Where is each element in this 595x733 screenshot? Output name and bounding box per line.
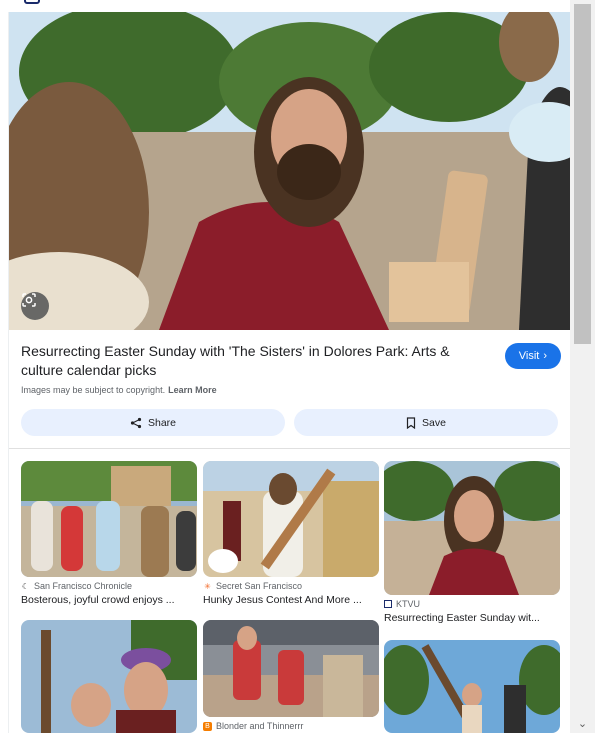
related-thumbnail-art (203, 461, 379, 577)
related-thumbnail-art (384, 461, 560, 595)
related-source: KTVU (384, 599, 560, 609)
related-caption[interactable]: Resurrecting Easter Sunday wit... (384, 612, 560, 624)
preview-image-art (9, 12, 571, 330)
related-source-name: San Francisco Chronicle (34, 581, 133, 591)
asterisk-icon: ✳ (204, 581, 211, 591)
preview-image[interactable] (9, 12, 571, 330)
bookmark-icon (406, 416, 416, 429)
result-title[interactable]: Resurrecting Easter Sunday with 'The Sis… (21, 342, 491, 380)
app-icon (24, 0, 40, 4)
share-icon (130, 417, 142, 428)
related-thumbnail-art (384, 640, 560, 733)
section-divider (9, 448, 571, 449)
related-thumbnail[interactable] (21, 461, 197, 577)
top-strip (0, 0, 570, 12)
related-source-name: Blonder and Thinnerrr (216, 721, 304, 731)
blogger-icon: B (203, 721, 212, 731)
related-source: ☾ San Francisco Chronicle (21, 581, 197, 591)
save-button[interactable]: Save (294, 409, 558, 436)
related-thumbnail-art (21, 461, 197, 577)
related-card[interactable]: ✳ Secret San Francisco Hunky Jesus Conte… (203, 461, 379, 606)
scrollbar-thumb[interactable] (574, 4, 591, 344)
related-thumbnail-art (203, 620, 379, 717)
save-label: Save (422, 416, 446, 429)
related-caption[interactable]: Bosterous, joyful crowd enjoys ... (21, 594, 197, 606)
related-card[interactable]: KTVU Resurrecting Easter Sunday wit... (384, 461, 560, 624)
related-thumbnail[interactable] (384, 640, 560, 733)
google-lens-button[interactable] (21, 292, 49, 320)
related-card[interactable] (21, 620, 197, 733)
related-card[interactable]: B Blonder and Thinnerrr (203, 620, 379, 731)
moon-icon: ☾ (21, 581, 30, 591)
ktvu-icon (384, 600, 392, 608)
visit-label: Visit (518, 350, 540, 362)
related-thumbnail[interactable] (21, 620, 197, 733)
lens-icon (22, 293, 36, 307)
related-source-name: KTVU (396, 599, 421, 609)
related-thumbnail[interactable] (384, 461, 560, 595)
action-buttons: Share Save (21, 409, 558, 436)
chevron-right-icon: › (543, 350, 547, 362)
image-preview-panel: Resurrecting Easter Sunday with 'The Sis… (8, 12, 571, 733)
related-card[interactable]: ☾ San Francisco Chronicle Bosterous, joy… (21, 461, 197, 606)
share-label: Share (147, 416, 177, 429)
result-title-row: Resurrecting Easter Sunday with 'The Sis… (21, 342, 561, 380)
related-caption[interactable]: Hunky Jesus Contest And More ... (203, 594, 379, 606)
related-source: B Blonder and Thinnerrr (203, 721, 379, 731)
chevron-down-icon[interactable]: ⌄ (576, 719, 589, 730)
share-button[interactable]: Share (21, 409, 285, 436)
related-thumbnail[interactable] (203, 620, 379, 717)
related-source-name: Secret San Francisco (216, 581, 303, 591)
scrollbar[interactable]: ⌄ (570, 0, 595, 733)
copyright-notice: Images may be subject to copyright. Learn… (21, 385, 217, 395)
learn-more-link[interactable]: Learn More (168, 385, 217, 395)
related-source: ✳ Secret San Francisco (203, 581, 379, 591)
related-thumbnail-art (21, 620, 197, 733)
related-thumbnail[interactable] (203, 461, 379, 577)
related-card[interactable] (384, 640, 560, 733)
copyright-text: Images may be subject to copyright. (21, 385, 166, 395)
visit-button[interactable]: Visit › (504, 343, 561, 369)
